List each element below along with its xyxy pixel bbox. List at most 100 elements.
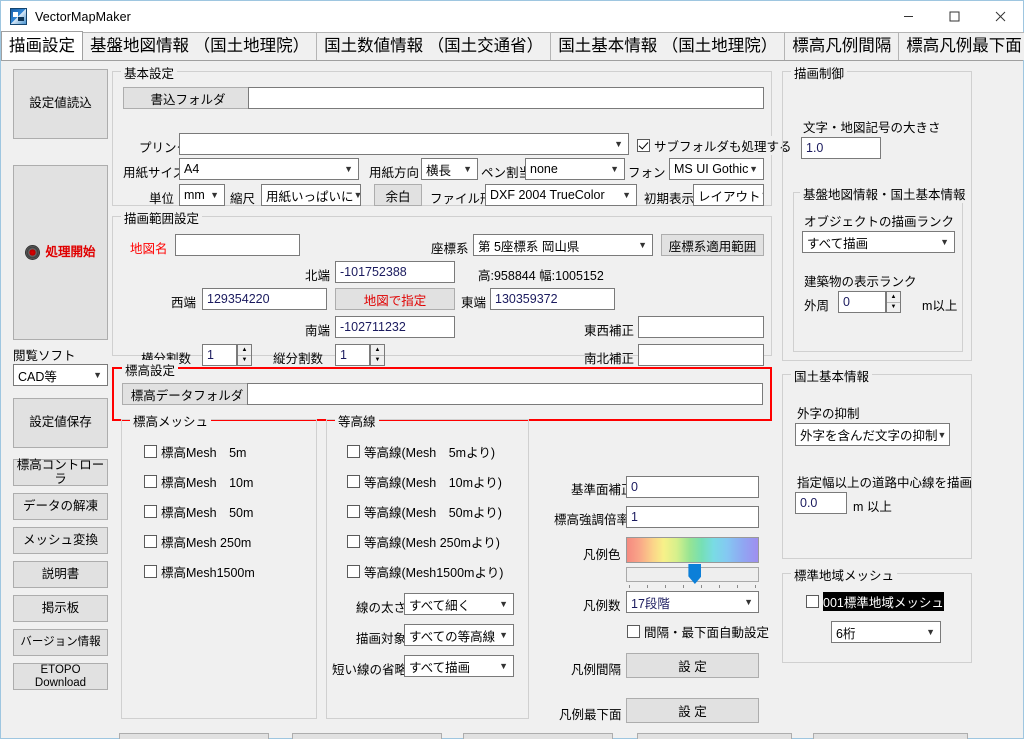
chevron-down-icon: ▼ [638,240,647,250]
map-name-field[interactable] [175,234,300,256]
base-map-download-button[interactable]: 基盤地図情報ダウンロード [119,733,269,739]
etopo-download-button[interactable]: ETOPO Download [13,663,108,690]
east-field[interactable]: 130359372 [490,288,615,310]
contour-250m-checkbox[interactable]: 等高線(Mesh 250mより) [347,532,500,551]
south-field[interactable]: -102711232 [335,316,455,338]
survey-approval-button[interactable]: 測量成果の使用承認申請 [463,733,613,739]
h-divisions-field[interactable]: 1 [202,344,237,366]
elevation-mesh-250m-checkbox[interactable]: 標高Mesh 250m [144,532,252,551]
north-field[interactable]: -101752388 [335,261,455,283]
checkbox-label: 間隔・最下面自動設定 [644,622,770,641]
perimeter-stepper[interactable]: ▲ ▼ [886,291,901,313]
numeric-info-terms-button[interactable]: 国土数値情報利用約款 [813,733,968,739]
contour-1500m-checkbox[interactable]: 等高線(Mesh1500mより) [347,562,504,581]
line-width-select[interactable]: すべて細く ▼ [404,593,514,615]
draw-target-select[interactable]: すべての等高線 ▼ [404,624,514,646]
elevation-mesh-1500m-checkbox[interactable]: 標高Mesh1500m [144,562,255,581]
object-rank-select[interactable]: すべて描画 ▼ [802,231,955,253]
specify-on-map-button[interactable]: 地図で指定 [335,288,455,310]
elevation-mesh-50m-checkbox[interactable]: 標高Mesh 50m [144,502,254,521]
viewer-select[interactable]: CAD等 ▼ [13,364,108,386]
scale-value: 用紙いっぱいに [266,189,354,204]
stepper-up-icon[interactable]: ▲ [371,345,384,356]
coord-system-label: 座標系 [431,242,469,256]
unzip-data-button[interactable]: データの解凍 [13,493,108,520]
tab-elevation-legend-bottom[interactable]: 標高凡例最下面 [898,32,1024,60]
perimeter-field[interactable]: 0 [838,291,886,313]
national-basic-sales-button[interactable]: 国土基本情報 販売ページ [292,733,442,739]
manual-button[interactable]: 説明書 [13,561,108,588]
coord-system-select[interactable]: 第 5座標系 岡山県 ▼ [473,234,653,256]
start-process-button[interactable]: 処理開始 [13,165,108,340]
write-folder-field[interactable] [248,87,764,109]
viewer-value: CAD等 [18,369,57,384]
stepper-up-icon[interactable]: ▲ [887,292,900,303]
initial-view-select[interactable]: レイアウト ▼ [693,184,764,206]
paper-size-select[interactable]: A4 ▼ [179,158,359,180]
tab-base-map-info[interactable]: 基盤地図情報 （国土地理院） [82,32,318,60]
contour-5m-checkbox[interactable]: 等高線(Mesh 5mより) [347,442,496,461]
close-icon[interactable] [977,1,1023,32]
coord-apply-range-button[interactable]: 座標系適用範囲 [661,234,764,256]
maximize-icon[interactable] [931,1,977,32]
stepper-down-icon[interactable]: ▼ [238,356,251,366]
bulletin-board-button[interactable]: 掲示板 [13,595,108,622]
text-size-field[interactable]: 1.0 [801,137,881,159]
minimize-icon[interactable] [885,1,931,32]
h-divisions-stepper[interactable]: ▲ ▼ [237,344,252,366]
basic-settings-group: 基本設定 書込フォルダ プリンタ ▼ サブフォルダも処理する 用紙サイズ A4 … [112,63,792,206]
v-divisions-field[interactable]: 1 [335,344,370,366]
process-icon [25,245,41,260]
chevron-down-icon: ▼ [344,164,353,174]
v-divisions-stepper[interactable]: ▲ ▼ [370,344,385,366]
subfolder-checkbox[interactable]: サブフォルダも処理する [637,136,792,155]
printer-select[interactable]: ▼ [179,133,629,155]
elevation-data-folder-button[interactable]: 標高データフォルダ [122,383,252,405]
contour-50m-checkbox[interactable]: 等高線(Mesh 50mより) [347,502,502,521]
file-format-select[interactable]: DXF 2004 TrueColor ▼ [485,184,637,206]
short-line-select[interactable]: すべて描画 ▼ [404,655,514,677]
load-settings-button[interactable]: 設定値読込 [13,69,108,139]
stepper-down-icon[interactable]: ▼ [887,303,900,313]
save-settings-button[interactable]: 設定値保存 [13,398,108,448]
margin-button[interactable]: 余白 [374,184,422,206]
pen-assign-select[interactable]: none ▼ [525,158,625,180]
font-value: MS UI Gothic [674,162,749,176]
numeric-info-download-button[interactable]: 国土数値情報ダウンロード [637,733,792,739]
auto-interval-checkbox[interactable]: 間隔・最下面自動設定 [627,622,770,641]
tab-drawing-settings[interactable]: 描画設定 [1,31,83,60]
elevation-data-folder-field[interactable] [247,383,763,405]
scale-select[interactable]: 用紙いっぱいに ▼ [261,184,361,206]
unit-select[interactable]: mm ▼ [179,184,225,206]
legend-bottom-set-button[interactable]: 設 定 [626,698,759,723]
perimeter-label: 外周 [804,299,830,313]
paper-orientation-select[interactable]: 横長 ▼ [421,158,478,180]
contour-10m-checkbox[interactable]: 等高線(Mesh 10mより) [347,472,502,491]
font-select[interactable]: MS UI Gothic ▼ [669,158,764,180]
version-info-button[interactable]: バージョン情報 [13,629,108,656]
tab-elevation-legend-interval[interactable]: 標高凡例間隔 [784,32,900,60]
stepper-up-icon[interactable]: ▲ [238,345,251,356]
building-rank-label: 建築物の表示ランク [804,275,917,289]
road-width-field[interactable]: 0.0 [795,492,847,514]
write-folder-button[interactable]: 書込フォルダ [123,87,253,109]
legend-count-value: 17段階 [631,596,670,611]
legend-count-select[interactable]: 17段階 ▼ [626,591,759,613]
ns-correction-field[interactable] [638,344,764,366]
tab-national-basic-info[interactable]: 国土基本情報 （国土地理院） [550,32,786,60]
elevation-mesh-10m-checkbox[interactable]: 標高Mesh 10m [144,472,254,491]
west-field[interactable]: 129354220 [202,288,327,310]
gaiji-select[interactable]: 外字を含んだ文字の抑制 ▼ [795,423,950,446]
elevation-controller-button[interactable]: 標高コントローラ [13,458,108,486]
mesh-digits-select[interactable]: 6桁 ▼ [831,621,941,643]
base-correction-field[interactable]: 0 [626,476,759,498]
elev-emphasis-field[interactable]: 1 [626,506,759,528]
legend-interval-set-button[interactable]: 設 定 [626,653,759,678]
elevation-mesh-5m-checkbox[interactable]: 標高Mesh 5m [144,442,247,461]
standard-mesh-checkbox[interactable]: 001標準地域メッシュ [806,592,944,611]
ew-correction-field[interactable] [638,316,764,338]
perimeter-unit-label: m以上 [922,299,958,313]
stepper-down-icon[interactable]: ▼ [371,356,384,366]
tab-numeric-info[interactable]: 国土数値情報 （国土交通省） [316,32,552,60]
mesh-convert-button[interactable]: メッシュ変換 [13,527,108,554]
